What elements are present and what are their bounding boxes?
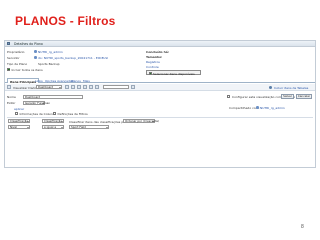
display-label: Exibir <box>7 101 16 105</box>
server-link[interactable]: do: NUTRI_sports_backup_20041711 - EXCEL… <box>38 56 108 60</box>
filter-field-select[interactable]: Nível <box>8 125 30 129</box>
records-link[interactable]: Registros <box>146 60 160 64</box>
column-info-checkbox[interactable] <box>15 112 18 115</box>
owner-label: Proprietário <box>7 50 25 54</box>
size-label: Tamanho: <box>146 55 163 59</box>
sort-description: Classificar itens das classificações por <box>69 119 127 124</box>
tab-strip: Itens Principais Links Opções Avançadas … <box>5 77 315 84</box>
add-items-icon <box>269 86 272 89</box>
sort-field-select[interactable]: Classificação <box>8 119 30 123</box>
server-label: Servidor <box>7 56 20 60</box>
filter-value-select[interactable]: Sport Field <box>69 125 109 129</box>
include-all-checkbox[interactable] <box>7 67 10 71</box>
plan-details-header: Detalhes do Plano <box>5 41 315 47</box>
filter-settings-checkbox[interactable] <box>53 112 56 115</box>
shared-with-label: Compartilhado com: <box>229 106 260 110</box>
completed-label: Concluído há: <box>146 50 169 54</box>
separator <box>7 117 313 118</box>
toggle-panel-icon[interactable] <box>7 85 11 90</box>
default-view-checkbox[interactable] <box>227 95 230 98</box>
filter-icon[interactable] <box>89 85 93 90</box>
user-icon <box>34 50 37 53</box>
refresh-icon[interactable] <box>71 85 75 90</box>
shared-with-link[interactable]: NUTRI_rg_admin <box>260 106 285 110</box>
cancel-button[interactable]: Cancelar <box>296 94 312 99</box>
apply-label: aplicar <box>14 107 25 111</box>
export-icon[interactable] <box>95 85 99 90</box>
display-select[interactable]: Gerador Fundinan <box>23 100 50 105</box>
tab-more[interactable]: Mais <box>81 78 92 83</box>
view-toolbar: Visualizar Dados Dashboard Incluir itens… <box>5 84 315 91</box>
include-all-label: Incluir todos os itens <box>11 67 43 72</box>
save-button[interactable]: Salvar <box>281 94 294 99</box>
save-view-icon[interactable] <box>77 85 81 90</box>
edit-view-icon[interactable] <box>65 85 69 90</box>
screenshot-frame: Detalhes do Plano Proprietário NUTRI_rg_… <box>4 40 316 168</box>
server-icon <box>34 56 37 59</box>
slide-title: PLANOS - Filtros <box>15 14 116 28</box>
plan-type-label: Tipo de Plano <box>7 62 28 66</box>
plan-type-value: Sports Backup <box>38 62 60 66</box>
filter-settings-label: Definições de Filtros <box>57 112 88 116</box>
view-name-input[interactable]: Dashboard <box>23 94 83 99</box>
column-info-label: Informações de Colunas <box>19 112 56 116</box>
filter-operator-select[interactable]: é igual a <box>42 125 64 129</box>
sort-order-select[interactable]: Ordenar por (Crescente) <box>123 119 159 123</box>
notify-checkbox-icon <box>148 71 152 75</box>
view-select[interactable]: Dashboard <box>36 85 62 90</box>
control-link[interactable]: Controle <box>146 65 159 69</box>
name-label: Nome <box>7 95 16 99</box>
select-available-button[interactable]: Selecionar itens disponíveis <box>146 70 201 76</box>
collapse-icon[interactable] <box>7 42 10 46</box>
shared-user-icon <box>256 106 259 109</box>
search-input[interactable] <box>103 85 129 90</box>
include-table-items-link[interactable]: Incluir itens de Tabelas <box>274 86 308 90</box>
notify-label: Selecionar itens disponíveis <box>153 71 195 76</box>
panel-title: Detalhes do Plano <box>14 42 43 46</box>
page-number: 8 <box>301 224 304 230</box>
owner-link[interactable]: NUTRI_rg_admin <box>38 50 63 54</box>
search-icon[interactable] <box>131 85 135 90</box>
sort-type-select[interactable]: Classificação <box>42 119 64 123</box>
delete-view-icon[interactable] <box>83 85 87 90</box>
view-editor-form: Nome Dashboard Configurar esta visualiza… <box>5 92 315 168</box>
view-data-label: Visualizar Dados <box>13 85 38 90</box>
